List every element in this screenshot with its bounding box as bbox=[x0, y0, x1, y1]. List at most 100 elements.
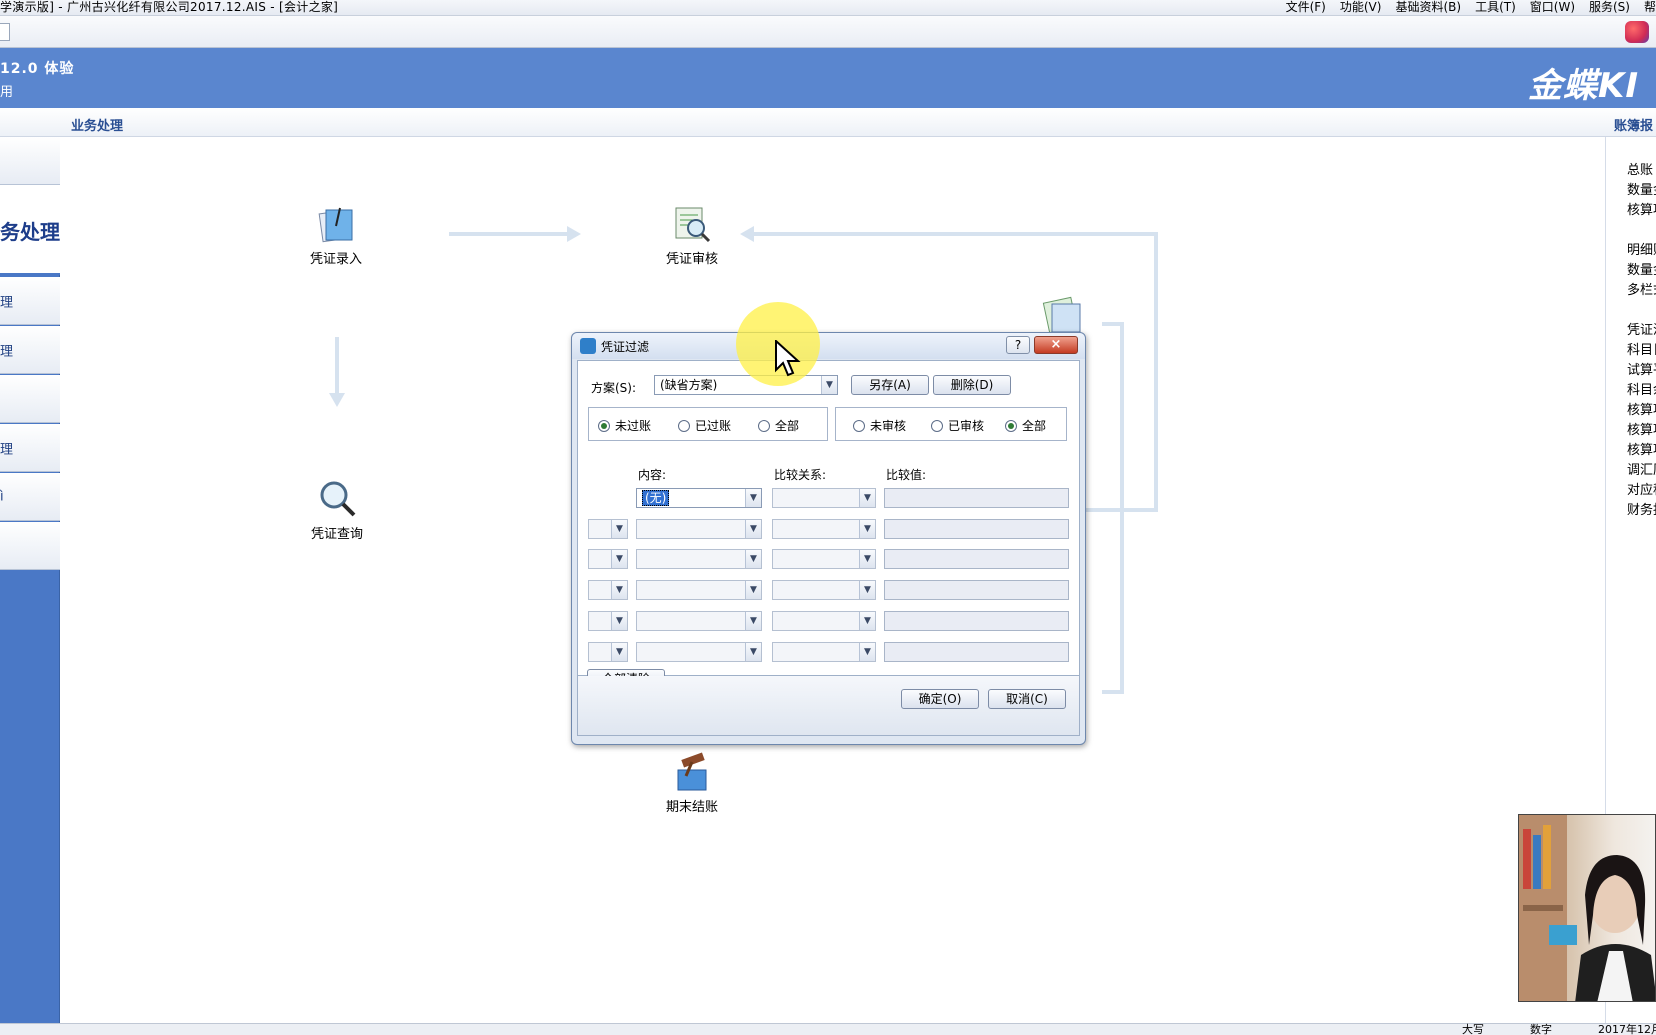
report-link-5[interactable]: 数量金 bbox=[1627, 259, 1656, 278]
condition-row-2-relation[interactable]: ▼ bbox=[772, 519, 876, 539]
condition-row-4-value[interactable] bbox=[884, 580, 1069, 600]
nav-tab-5[interactable]: ì bbox=[0, 473, 60, 521]
nav-tab-active[interactable]: 务处理 bbox=[0, 185, 60, 275]
condition-row-4-content[interactable]: ▼ bbox=[636, 580, 762, 600]
app-logo-icon[interactable] bbox=[1625, 21, 1649, 43]
nav-tab-3[interactable] bbox=[0, 375, 60, 423]
menu-help[interactable]: 帮 bbox=[1644, 0, 1656, 16]
menu-window[interactable]: 窗口(W) bbox=[1530, 0, 1575, 16]
condition-row-5-logic[interactable]: ▼ bbox=[588, 611, 628, 631]
flow-report-icon-partial[interactable] bbox=[1040, 294, 1084, 337]
close-button[interactable]: × bbox=[1034, 336, 1078, 354]
menu-service[interactable]: 服务(S) bbox=[1589, 0, 1630, 16]
condition-row-5-content[interactable]: ▼ bbox=[636, 611, 762, 631]
section-header: 业务处理 账簿报 bbox=[0, 108, 1656, 137]
report-link-11[interactable]: 核算项 bbox=[1627, 399, 1656, 418]
nav-tab-6[interactable] bbox=[0, 522, 60, 570]
left-nav: 务处理 理 理 理 ì bbox=[0, 137, 60, 1023]
report-link-12[interactable]: 核算项 bbox=[1627, 419, 1656, 438]
condition-row-2-logic[interactable]: ▼ bbox=[588, 519, 628, 539]
column-relation-header: 比较关系: bbox=[774, 468, 827, 482]
radio-review-all-dot bbox=[1005, 420, 1017, 432]
radio-unreviewed[interactable]: 未审核 bbox=[853, 417, 906, 434]
nav-tab-top[interactable] bbox=[0, 137, 60, 185]
condition-row-6-value[interactable] bbox=[884, 642, 1069, 662]
plan-label: 方案(S): bbox=[591, 381, 637, 395]
ok-button[interactable]: 确定(O) bbox=[901, 689, 979, 709]
window-title: 学演示版] - 广州古兴化纤有限公司2017.12.AIS - [会计之家] bbox=[0, 0, 339, 14]
radio-unposted[interactable]: 未过账 bbox=[598, 417, 651, 434]
report-link-13[interactable]: 核算项 bbox=[1627, 439, 1656, 458]
status-bar: 大写 数字 2017年12月 bbox=[0, 1023, 1656, 1035]
condition-row-3-value[interactable] bbox=[884, 549, 1069, 569]
condition-row-6-content[interactable]: ▼ bbox=[636, 642, 762, 662]
nav-tab-2[interactable]: 理 bbox=[0, 326, 60, 374]
condition-row-5-relation[interactable]: ▼ bbox=[772, 611, 876, 631]
voucher-entry-label: 凭证录入 bbox=[309, 252, 362, 267]
dialog-body: 方案(S): (缺省方案) ▼ 另存(A) 删除(D) 未过账 已过账 全部 未… bbox=[577, 360, 1080, 676]
condition-row-2-content[interactable]: ▼ bbox=[636, 519, 762, 539]
chevron-down-icon: ▼ bbox=[745, 489, 761, 507]
condition-row-6-logic[interactable]: ▼ bbox=[588, 642, 628, 662]
condition-row-3-content[interactable]: ▼ bbox=[636, 549, 762, 569]
report-link-8[interactable]: 科目日 bbox=[1627, 339, 1656, 358]
chevron-down-icon: ▼ bbox=[859, 489, 875, 507]
arrow-back-to-review bbox=[754, 232, 1158, 236]
flow-voucher-query[interactable]: 凭证查询 bbox=[309, 479, 365, 542]
report-link-16[interactable]: 财务报 bbox=[1627, 499, 1656, 518]
condition-row-6-relation[interactable]: ▼ bbox=[772, 642, 876, 662]
radio-review-all[interactable]: 全部 bbox=[1005, 417, 1046, 434]
report-link-7[interactable]: 凭证汇 bbox=[1627, 319, 1656, 338]
help-button[interactable]: ? bbox=[1006, 336, 1030, 354]
condition-row-4-logic[interactable]: ▼ bbox=[588, 580, 628, 600]
radio-posted-dot bbox=[678, 420, 690, 432]
cancel-button[interactable]: 取消(C) bbox=[988, 689, 1066, 709]
nav-tab-4[interactable]: 理 bbox=[0, 424, 60, 472]
flow-voucher-entry[interactable]: 凭证录入 bbox=[309, 204, 363, 267]
save-as-button[interactable]: 另存(A) bbox=[851, 375, 929, 395]
dialog-title-bar[interactable]: 凭证过滤 ? × bbox=[572, 333, 1085, 359]
nav-tab-1[interactable]: 理 bbox=[0, 277, 60, 325]
report-link-6[interactable]: 多栏式 bbox=[1627, 279, 1656, 298]
flow-period-close[interactable]: 期末结账 bbox=[664, 752, 720, 815]
chevron-down-icon: ▼ bbox=[611, 643, 627, 661]
toolbar-handle[interactable] bbox=[0, 23, 10, 41]
report-link-15[interactable]: 对应科 bbox=[1627, 479, 1656, 498]
report-link-9[interactable]: 试算平 bbox=[1627, 359, 1656, 378]
radio-posting-all-dot bbox=[758, 420, 770, 432]
condition-row-3-logic[interactable]: ▼ bbox=[588, 549, 628, 569]
report-link-4[interactable]: 明细账 bbox=[1627, 239, 1656, 258]
report-link-14[interactable]: 调汇历 bbox=[1627, 459, 1656, 478]
condition-row-2-value[interactable] bbox=[884, 519, 1069, 539]
menu-file[interactable]: 文件(F) bbox=[1286, 0, 1326, 16]
condition-row-5-value[interactable] bbox=[884, 611, 1069, 631]
radio-posting-all[interactable]: 全部 bbox=[758, 417, 799, 434]
flow-voucher-review[interactable]: 凭证审核 bbox=[664, 204, 720, 267]
condition-row-1-content[interactable]: (无) ▼ bbox=[636, 488, 762, 508]
radio-reviewed-dot bbox=[931, 420, 943, 432]
condition-row-3-relation[interactable]: ▼ bbox=[772, 549, 876, 569]
report-link-1[interactable]: 总账 bbox=[1627, 159, 1656, 178]
delete-button[interactable]: 删除(D) bbox=[933, 375, 1011, 395]
report-link-3[interactable]: 核算项 bbox=[1627, 199, 1656, 218]
report-link-2[interactable]: 数量金 bbox=[1627, 179, 1656, 198]
arrow-head-right bbox=[567, 226, 581, 242]
condition-row-1-value[interactable] bbox=[884, 488, 1069, 508]
menu-tools[interactable]: 工具(T) bbox=[1475, 0, 1516, 16]
menu-function[interactable]: 功能(V) bbox=[1340, 0, 1382, 16]
plan-select[interactable]: (缺省方案) ▼ bbox=[654, 375, 838, 395]
bracket-bottom bbox=[1102, 690, 1124, 694]
column-value-header: 比较值: bbox=[886, 468, 927, 482]
chevron-down-icon: ▼ bbox=[611, 612, 627, 630]
product-version: 12.0 体验 bbox=[0, 61, 75, 77]
review-status-group: 未审核 已审核 全部 bbox=[835, 407, 1067, 441]
status-caps: 大写 bbox=[1462, 1023, 1484, 1035]
menu-basic-data[interactable]: 基础资料(B) bbox=[1395, 0, 1461, 16]
radio-posted[interactable]: 已过账 bbox=[678, 417, 731, 434]
posting-status-group: 未过账 已过账 全部 bbox=[588, 407, 828, 441]
condition-row-1-relation[interactable]: ▼ bbox=[772, 488, 876, 508]
report-link-10[interactable]: 科目余 bbox=[1627, 379, 1656, 398]
condition-row-4-relation[interactable]: ▼ bbox=[772, 580, 876, 600]
bracket-top bbox=[1102, 322, 1124, 326]
radio-reviewed[interactable]: 已审核 bbox=[931, 417, 984, 434]
